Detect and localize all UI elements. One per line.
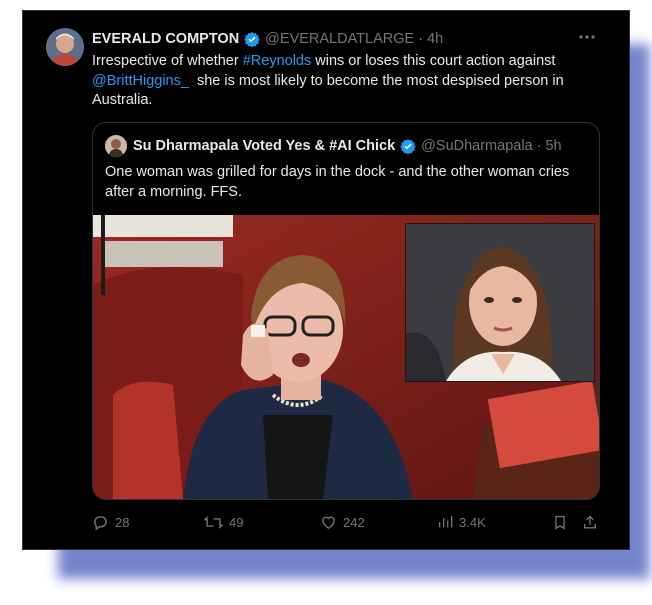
heart-icon xyxy=(322,516,335,529)
tweet-text-part: Irrespective of whether xyxy=(92,53,243,69)
repost-count: 49 xyxy=(229,514,244,530)
author-name[interactable]: EVERALD COMPTON xyxy=(92,31,239,47)
hashtag-link[interactable]: #Reynolds xyxy=(243,53,312,69)
share-icon xyxy=(584,515,596,528)
tweet-time[interactable]: 4h xyxy=(427,31,443,47)
like-count: 242 xyxy=(343,514,365,530)
reply-icon xyxy=(94,515,107,530)
mention-link[interactable]: @BrittHiggins_ xyxy=(92,73,189,89)
quote-author-name[interactable]: Su Dharmapala Voted Yes & #AI Chick xyxy=(133,138,395,154)
tweet-text-part: wins or loses this court action against xyxy=(311,53,556,69)
quote-photo[interactable] xyxy=(93,215,599,499)
reply-count: 28 xyxy=(115,514,130,530)
views-button[interactable]: 3.4K xyxy=(437,512,486,532)
quoted-tweet[interactable]: Su Dharmapala Voted Yes & #AI Chick @SuD… xyxy=(92,122,600,500)
quote-author-handle[interactable]: @SuDharmapala xyxy=(421,138,532,154)
quote-author-avatar[interactable] xyxy=(105,135,127,157)
header-separator: · xyxy=(418,31,424,47)
bookmark-button[interactable] xyxy=(552,512,574,532)
views-icon xyxy=(439,516,453,528)
tweet-header: EVERALD COMPTON @EVERALDATLARGE · 4h xyxy=(92,30,443,48)
quote-time[interactable]: 5h xyxy=(545,138,561,154)
author-handle[interactable]: @EVERALDATLARGE xyxy=(265,31,414,47)
quote-header: Su Dharmapala Voted Yes & #AI Chick @SuD… xyxy=(133,137,562,155)
action-bar: 28 49 242 3.4K xyxy=(92,512,598,534)
like-button[interactable]: 242 xyxy=(320,512,365,532)
author-avatar[interactable] xyxy=(46,28,84,66)
quote-text: One woman was grilled for days in the do… xyxy=(105,164,570,200)
repost-icon xyxy=(204,515,223,529)
reply-button[interactable]: 28 xyxy=(92,512,129,532)
views-count: 3.4K xyxy=(459,514,486,530)
more-options-icon[interactable] xyxy=(578,30,598,46)
share-button[interactable] xyxy=(582,512,604,532)
bookmark-icon xyxy=(555,515,565,530)
tweet-text: Irrespective of whether #Reynolds wins o… xyxy=(92,52,598,111)
quote-header-separator: · xyxy=(536,138,542,154)
inset-photo xyxy=(405,223,595,382)
verified-badge-icon xyxy=(244,31,260,47)
repost-button[interactable]: 49 xyxy=(204,512,243,532)
verified-badge-icon xyxy=(400,138,416,154)
